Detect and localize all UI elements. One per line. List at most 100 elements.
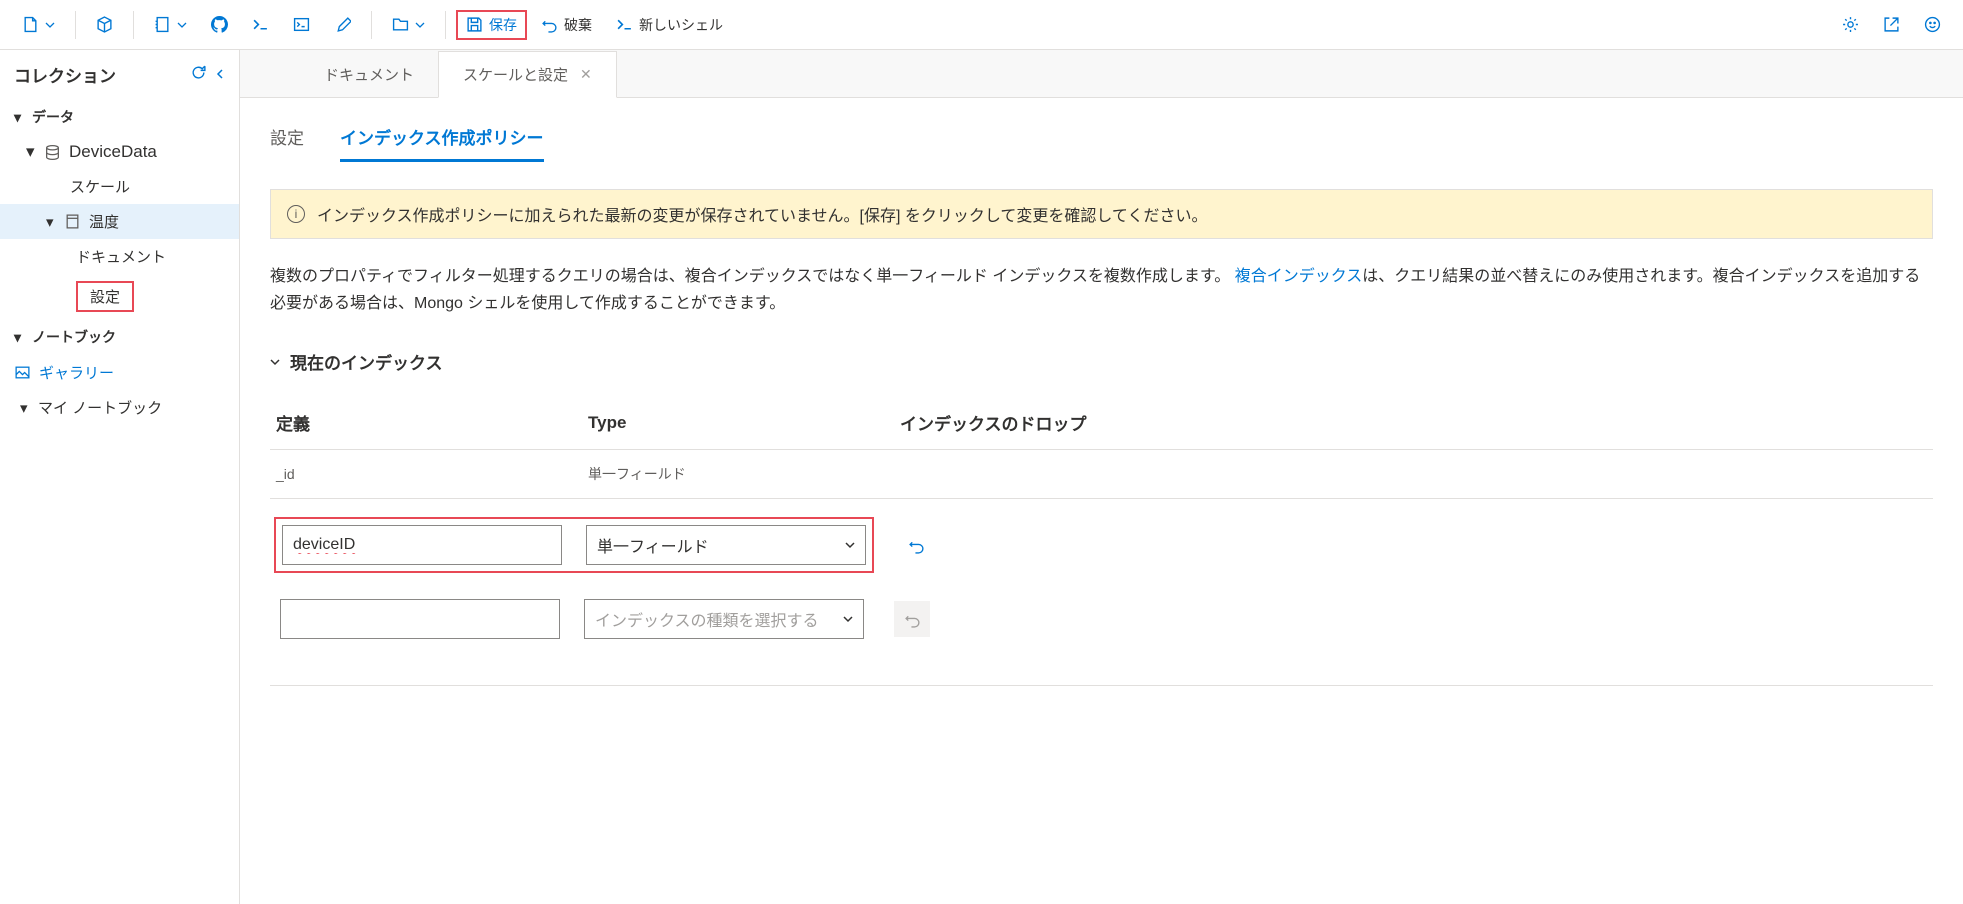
tree-database[interactable]: ▾ DeviceData [0,135,239,169]
document-plus-icon [22,16,39,33]
close-icon[interactable]: ✕ [580,66,592,83]
save-label: 保存 [489,15,517,35]
collapse-button[interactable] [215,64,225,86]
index-type-select[interactable]: 単一フィールド [586,525,866,565]
terminal-prompt-icon [252,16,269,33]
separator [445,11,446,39]
tree-item-documents[interactable]: ドキュメント [0,239,239,274]
main-area: ドキュメント スケールと設定 ✕ 設定 インデックス作成ポリシー i インデック… [240,50,1963,904]
feedback-button[interactable] [1914,10,1951,39]
column-drop: インデックスのドロップ [900,410,1927,435]
subtabbar: 設定 インデックス作成ポリシー [270,120,1933,163]
undo-row-button[interactable] [898,527,934,563]
subtab-settings[interactable]: 設定 [270,120,304,162]
tabbar: ドキュメント スケールと設定 ✕ [240,50,1963,98]
tab-documents[interactable]: ドキュメント [300,52,438,97]
tree-collection[interactable]: ▾ 温度 [0,204,239,239]
chevron-down-icon: ▾ [46,213,56,231]
shell-icon [616,16,633,33]
index-definition-input-new[interactable] [280,599,560,639]
index-type-select-value: 単一フィールド [597,533,709,557]
undo-icon [541,16,558,33]
toolbar: 保存 破棄 新しいシェル [0,0,1963,50]
chevron-down-icon: ▾ [14,109,24,126]
tree-item-scale[interactable]: スケール [0,169,239,204]
unsaved-changes-alert: i インデックス作成ポリシーに加えられた最新の変更が保存されていません。[保存]… [270,189,1933,239]
tree-section-notebook[interactable]: ▾ ノートブック [0,319,239,355]
cube-button[interactable] [86,10,123,39]
alert-message: インデックス作成ポリシーに加えられた最新の変更が保存されていません。[保存] を… [317,202,1207,226]
tree-item-settings-label: 設定 [76,281,134,312]
console-button[interactable] [283,10,320,39]
save-button[interactable]: 保存 [456,10,527,40]
separator [75,11,76,39]
chevron-down-icon [177,20,187,30]
new-shell-label: 新しいシェル [639,15,723,35]
save-icon [466,16,483,33]
tree-section-data-label: データ [32,107,74,127]
tree-item-settings[interactable]: 設定 [0,274,239,319]
index-definition-input[interactable] [282,525,562,565]
open-external-button[interactable] [1873,10,1910,39]
tab-documents-label: ドキュメント [324,64,414,85]
index-readonly-definition: _id [276,466,566,482]
chevron-down-icon: ▾ [20,399,30,417]
cube-icon [96,16,113,33]
terminal-button[interactable] [242,10,279,39]
console-icon [293,16,310,33]
chevron-down-icon [45,20,55,30]
current-indexes-label: 現在のインデックス [290,349,443,374]
github-button[interactable] [201,10,238,39]
sidebar: コレクション ▾ データ ▾ DeviceData スケール [0,50,240,904]
undo-row-button-disabled [894,601,930,637]
description-text: 複数のプロパティでフィルター処理するクエリの場合は、複合インデックスではなく単一… [270,263,1933,317]
tab-scale-settings[interactable]: スケールと設定 ✕ [438,51,617,98]
tree-item-my-notebooks-label: マイ ノートブック [38,397,162,418]
database-icon [44,144,61,161]
folder-menu[interactable] [382,10,435,39]
discard-button[interactable]: 破棄 [531,9,602,41]
chevron-down-icon [843,614,853,624]
tree-item-gallery[interactable]: ギャラリー [0,355,239,390]
tree-database-label: DeviceData [69,142,157,162]
gallery-icon [14,364,31,381]
current-indexes-section-title[interactable]: 現在のインデックス [270,349,1933,374]
github-icon [211,16,228,33]
column-type: Type [588,413,878,433]
separator [371,11,372,39]
brush-icon [334,16,351,33]
compound-index-link[interactable]: 複合インデックス [1235,268,1363,285]
sidebar-title: コレクション [14,62,116,87]
index-row-readonly: _id 単一フィールド [270,450,1933,499]
index-readonly-type: 単一フィールド [588,464,878,484]
gear-icon [1842,16,1859,33]
description-part1: 複数のプロパティでフィルター処理するクエリの場合は、複合インデックスではなく単一… [270,268,1230,285]
folder-icon [392,16,409,33]
separator [133,11,134,39]
smile-icon [1924,16,1941,33]
index-table-header: 定義 Type インデックスのドロップ [270,396,1933,450]
chevron-down-icon [270,357,280,367]
refresh-icon [190,64,207,81]
notebook-menu[interactable] [144,10,197,39]
collection-icon [64,213,81,230]
index-row-editable: 単一フィールド [270,507,1933,583]
subtab-index-policy[interactable]: インデックス作成ポリシー [340,120,544,162]
chevron-left-icon [215,69,225,79]
tab-scale-settings-label: スケールと設定 [463,64,568,85]
brush-button[interactable] [324,10,361,39]
discard-label: 破棄 [564,15,592,35]
settings-button[interactable] [1832,10,1869,39]
tree-item-my-notebooks[interactable]: ▾ マイ ノートブック [0,390,239,425]
tree-section-notebook-label: ノートブック [32,327,116,347]
new-shell-button[interactable]: 新しいシェル [606,9,733,41]
tree-section-data[interactable]: ▾ データ [0,99,239,135]
index-row-new: インデックスの種類を選択する [270,583,1933,655]
index-type-select-new-placeholder: インデックスの種類を選択する [595,607,819,631]
index-type-select-new[interactable]: インデックスの種類を選択する [584,599,864,639]
tree-item-gallery-label: ギャラリー [39,362,114,383]
refresh-button[interactable] [190,64,207,86]
new-document-menu[interactable] [12,10,65,39]
tree-item-documents-label: ドキュメント [76,246,166,267]
chevron-down-icon [415,20,425,30]
